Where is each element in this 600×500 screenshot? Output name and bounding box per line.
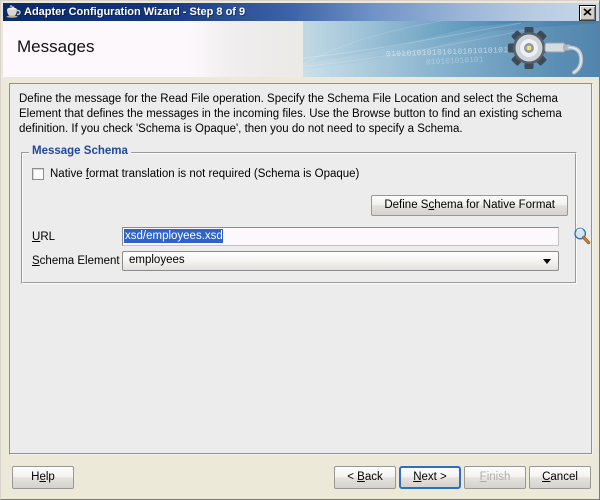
window-title: Adapter Configuration Wizard - Step 8 of… [24, 6, 246, 18]
banner-gradient: 01010101010101010101010101 010101010101 [281, 21, 599, 77]
define-schema-for-native-format-button[interactable]: Define Schema for Native Format [371, 195, 568, 216]
opaque-schema-label: Native format translation is not require… [50, 168, 359, 180]
wizard-banner: 01010101010101010101010101 010101010101 [3, 21, 599, 77]
back-button[interactable]: < Back [334, 466, 396, 489]
coffee-cup-icon [5, 4, 21, 20]
next-button[interactable]: Next > [399, 466, 461, 489]
title-bar: Adapter Configuration Wizard - Step 8 of… [3, 3, 599, 21]
define-label-after: hema for Native Format [434, 199, 555, 211]
opaque-label-after: ormat translation is not required (Schem… [89, 168, 360, 180]
wizard-button-bar: Help < Back Next > Finish Cancel [3, 461, 599, 497]
gear-plug-icon [503, 23, 593, 77]
define-label-before: Define S [384, 199, 429, 211]
url-input-value: xsd/employees.xsd [124, 229, 223, 243]
next-label-mnemonic: N [413, 471, 422, 483]
next-label-after: ext > [421, 471, 447, 483]
magnifier-icon[interactable] [573, 227, 591, 245]
schema-element-label-mnemonic: S [32, 255, 40, 267]
help-label-after: lp [45, 471, 55, 483]
schema-element-select[interactable]: employees [122, 251, 559, 271]
schema-element-label-after: chema Element [39, 255, 120, 267]
url-label-after: RL [40, 231, 56, 243]
page-description: Define the message for the Read File ope… [19, 93, 562, 135]
back-label-mnemonic: B [357, 471, 365, 483]
finish-label-after: inish [486, 471, 511, 483]
banner-left-panel: Messages [3, 21, 303, 77]
back-label-before: < [347, 471, 358, 483]
content-panel: Define the message for the Read File ope… [9, 83, 593, 455]
finish-label-mnemonic: F [479, 471, 487, 483]
help-button[interactable]: Help [12, 466, 74, 489]
schema-element-value: employees [129, 254, 185, 266]
message-schema-group: Message Schema Native format translation… [21, 145, 591, 284]
url-label: URL [32, 231, 55, 243]
cancel-button[interactable]: Cancel [529, 466, 591, 489]
opaque-schema-checkbox[interactable] [32, 168, 44, 180]
back-label-after: ack [364, 471, 383, 483]
page-title: Messages [17, 37, 95, 56]
wizard-window: Adapter Configuration Wizard - Step 8 of… [0, 0, 600, 500]
url-input[interactable]: xsd/employees.xsd [122, 227, 559, 246]
close-icon[interactable] [579, 5, 596, 21]
schema-element-label: Schema Element [32, 255, 120, 267]
opaque-label-before: Native [50, 168, 86, 180]
opaque-schema-checkbox-row[interactable]: Native format translation is not require… [32, 168, 359, 180]
message-schema-group-title: Message Schema [29, 145, 131, 157]
finish-button: Finish [464, 466, 526, 489]
cancel-label-after: ancel [550, 471, 578, 483]
chevron-down-icon [543, 259, 551, 264]
